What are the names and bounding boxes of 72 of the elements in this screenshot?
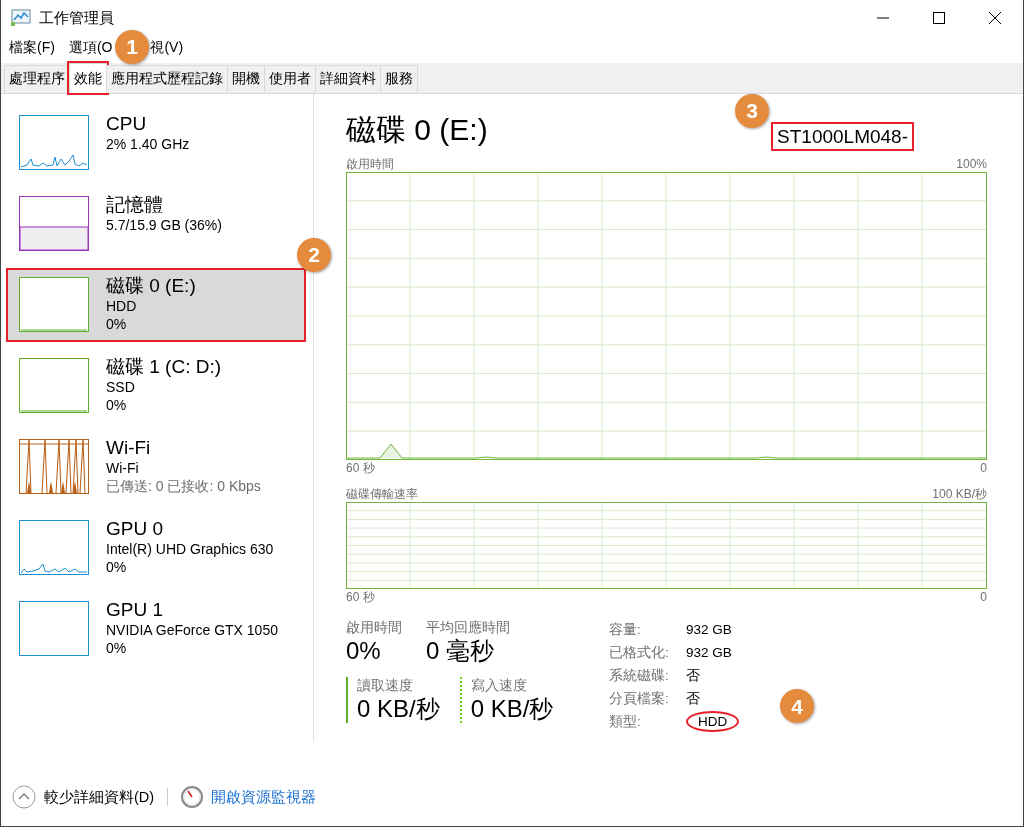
stat-value: 0% [346, 637, 382, 665]
sidebar-item[interactable]: GPU 1 NVIDIA GeForce GTX 1050 0% [8, 594, 304, 664]
item-detail: NVIDIA GeForce GTX 1050 [106, 621, 278, 639]
tab[interactable]: 處理程序 [4, 65, 70, 93]
collapse-icon[interactable] [12, 785, 36, 809]
disk-model: ST1000LM048- [773, 124, 912, 149]
gauge-icon [181, 786, 204, 808]
property-value: HDD [686, 711, 740, 732]
speed-label: 讀取速度 [357, 677, 414, 695]
item-reading: 0% [106, 558, 128, 576]
property-label: 類型: [609, 713, 642, 731]
item-reading: 0% [106, 396, 128, 414]
property-value: 932 GB [686, 644, 732, 662]
item-detail: SSD [106, 378, 136, 396]
tab[interactable]: 服務 [380, 65, 418, 93]
sidebar-item[interactable]: 磁碟 0 (E:) HDD 0% [8, 270, 304, 340]
stat-label: 啟用時間 [346, 619, 402, 637]
fewer-details-button[interactable]: 較少詳細資料(D) [44, 787, 155, 807]
speed-value: 0 KB/秒 [470, 695, 554, 723]
sidebar-item[interactable]: CPU 2% 1.40 GHz [8, 108, 304, 178]
graph-max-label: 100 KB/秒 [932, 486, 987, 502]
graph-max-label: 100% [956, 156, 987, 172]
app-icon [11, 9, 31, 27]
menu-item[interactable]: 檔案(F) [9, 39, 55, 57]
item-detail: 2% 1.40 GHz [106, 135, 190, 153]
item-name: Wi-Fi [106, 437, 152, 459]
close-icon[interactable] [989, 12, 1001, 24]
item-reading: 0% [106, 315, 128, 333]
property-value: 否 [686, 667, 700, 685]
sidebar-item[interactable]: GPU 0 Intel(R) UHD Graphics 630 0% [8, 513, 304, 583]
property-label: 已格式化: [609, 644, 670, 662]
sidebar-item[interactable]: 磁碟 1 (C: D:) SSD 0% [8, 351, 304, 421]
item-name: GPU 0 [106, 518, 165, 540]
item-detail: HDD [106, 297, 138, 315]
property-value: 否 [686, 690, 700, 708]
speed-label: 寫入速度 [470, 677, 528, 695]
time-label: 60 秒 [346, 460, 375, 476]
tab[interactable]: 效能 [69, 63, 107, 93]
item-detail: 5.7/15.9 GB (36%) [106, 216, 222, 234]
item-detail: Wi-Fi [106, 459, 140, 477]
menu-item[interactable]: 選項(O [68, 39, 113, 57]
callout-badge: 2 [297, 238, 331, 272]
window-title: 工作管理員 [39, 8, 115, 28]
property-label: 系統磁碟: [609, 667, 670, 685]
graph-label: 磁碟傳輸速率 [346, 486, 418, 502]
resource-monitor-link[interactable]: 開啟資源監視器 [211, 787, 317, 807]
callout-badge: 4 [780, 689, 814, 723]
item-name: 磁碟 1 (C: D:) [106, 356, 222, 378]
stat-value: 0 毫秒 [426, 637, 495, 665]
maximize-icon[interactable] [933, 12, 945, 24]
time-label: 60 秒 [346, 589, 375, 605]
item-reading: 0% [106, 639, 128, 657]
tab[interactable]: 應用程式歷程記錄 [106, 65, 228, 93]
property-value: 932 GB [686, 621, 732, 639]
disk-title: 磁碟 0 (E:) [346, 112, 488, 148]
property-label: 分頁檔案: [609, 690, 670, 708]
item-name: GPU 1 [106, 599, 165, 621]
stat-label: 平均回應時間 [426, 619, 510, 637]
item-detail: Intel(R) UHD Graphics 630 [106, 540, 274, 558]
sidebar-item[interactable]: Wi-Fi Wi-Fi 已傳送: 0 已接收: 0 Kbps [8, 432, 304, 502]
speed-value: 0 KB/秒 [357, 695, 440, 723]
item-name: CPU [106, 113, 148, 135]
graph-min-label: 0 [980, 460, 987, 476]
property-label: 容量: [609, 621, 642, 639]
graph-min-label: 0 [980, 589, 987, 605]
graph-label: 啟用時間 [346, 156, 394, 172]
callout-badge: 1 [115, 30, 149, 64]
callout-badge: 3 [735, 94, 770, 128]
item-name: 記憶體 [106, 194, 164, 216]
item-name: 磁碟 0 (E:) [106, 275, 196, 297]
item-reading: 已傳送: 0 已接收: 0 Kbps [106, 477, 261, 495]
menu-item[interactable]: 視(V) [150, 39, 184, 57]
